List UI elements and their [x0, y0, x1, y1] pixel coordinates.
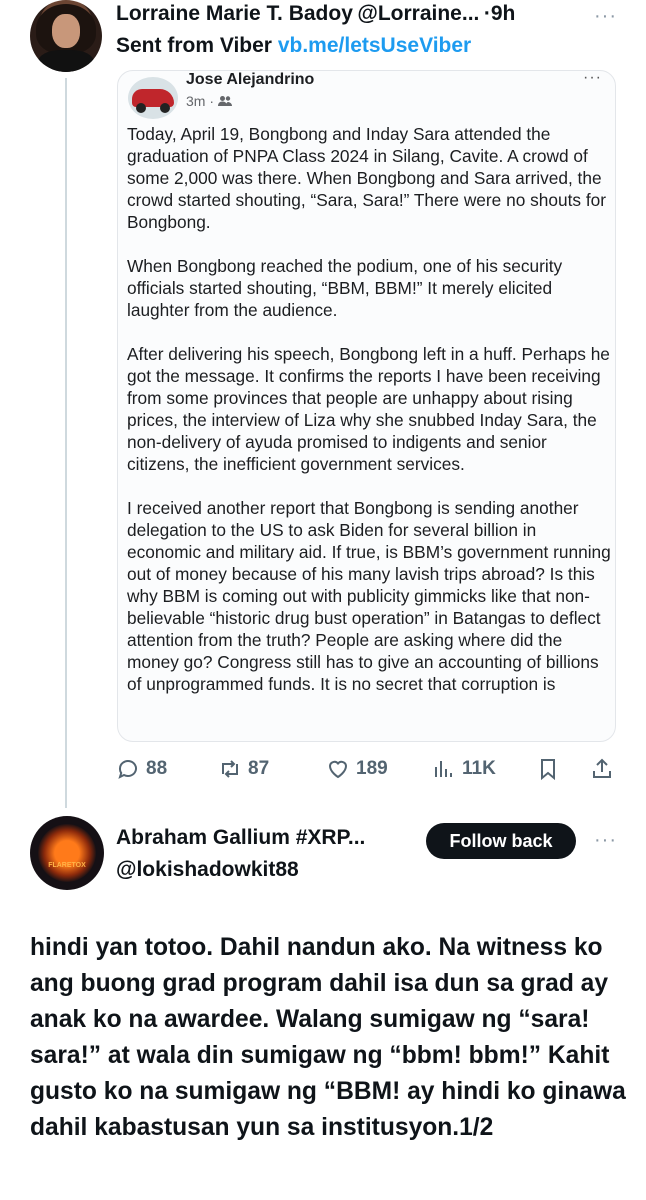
embedded-post-image[interactable]: Jose Alejandrino 3m · ··· Today, April 1… — [117, 70, 616, 742]
post-author: Jose Alejandrino — [186, 71, 315, 88]
avatar[interactable] — [30, 0, 102, 72]
reply-icon — [118, 760, 137, 779]
post-paragraph: I received another report that Bongbong … — [127, 498, 611, 694]
views-button[interactable]: 11K — [432, 752, 496, 786]
more-icon: ··· — [583, 70, 602, 86]
post-body: Today, April 19, Bongbong and Inday Sara… — [127, 123, 613, 717]
friends-icon — [217, 96, 232, 106]
share-icon — [593, 758, 611, 778]
views-icon — [435, 761, 452, 777]
follow-back-button[interactable]: Follow back — [426, 823, 576, 859]
tweet-text: Sent from Viber vb.me/letsUseViber — [116, 34, 471, 58]
like-button[interactable]: 189 — [326, 752, 388, 786]
user-handle[interactable]: @lokishadowkit88 — [116, 858, 299, 882]
separator: · — [483, 2, 491, 25]
bookmark-button[interactable] — [536, 752, 560, 786]
post-paragraph: When Bongbong reached the podium, one of… — [127, 256, 563, 320]
more-icon[interactable]: ··· — [594, 6, 617, 26]
timestamp[interactable]: 9h — [491, 2, 516, 25]
like-count: 189 — [356, 758, 388, 779]
tweet-text: hindi yan totoo. Dahil nandun ako. Na wi… — [30, 934, 626, 1141]
repost-count: 87 — [248, 758, 270, 779]
author-avatar — [128, 77, 178, 119]
share-button[interactable] — [590, 752, 614, 786]
display-name[interactable]: Abraham Gallium #XRP... — [116, 826, 365, 850]
user-handle[interactable]: @Lorraine... — [357, 2, 479, 25]
reply-count: 88 — [146, 758, 168, 779]
repost-button[interactable]: 87 — [218, 752, 269, 786]
like-icon — [328, 760, 348, 779]
post-paragraph: Today, April 19, Bongbong and Inday Sara… — [127, 124, 606, 232]
more-icon[interactable]: ··· — [594, 830, 617, 850]
tweet-text-prefix: Sent from Viber — [116, 34, 272, 57]
post-meta: 3m · — [186, 93, 232, 109]
tweet-header: Lorraine Marie T. Badoy @Lorraine... ·9h — [116, 2, 621, 30]
avatar-logo-text: FLARETOX — [48, 862, 86, 869]
repost-icon — [222, 760, 238, 778]
views-count: 11K — [462, 758, 496, 779]
avatar[interactable]: FLARETOX — [30, 816, 104, 890]
thread-connector — [65, 78, 67, 808]
reply-button[interactable]: 88 — [116, 752, 167, 786]
viber-link[interactable]: vb.me/letsUseViber — [278, 34, 471, 57]
post-paragraph: After delivering his speech, Bongbong le… — [127, 344, 610, 474]
display-name[interactable]: Lorraine Marie T. Badoy — [116, 2, 353, 25]
bookmark-icon — [541, 759, 555, 781]
tweet-actions: 88 87 189 11K — [112, 752, 622, 786]
